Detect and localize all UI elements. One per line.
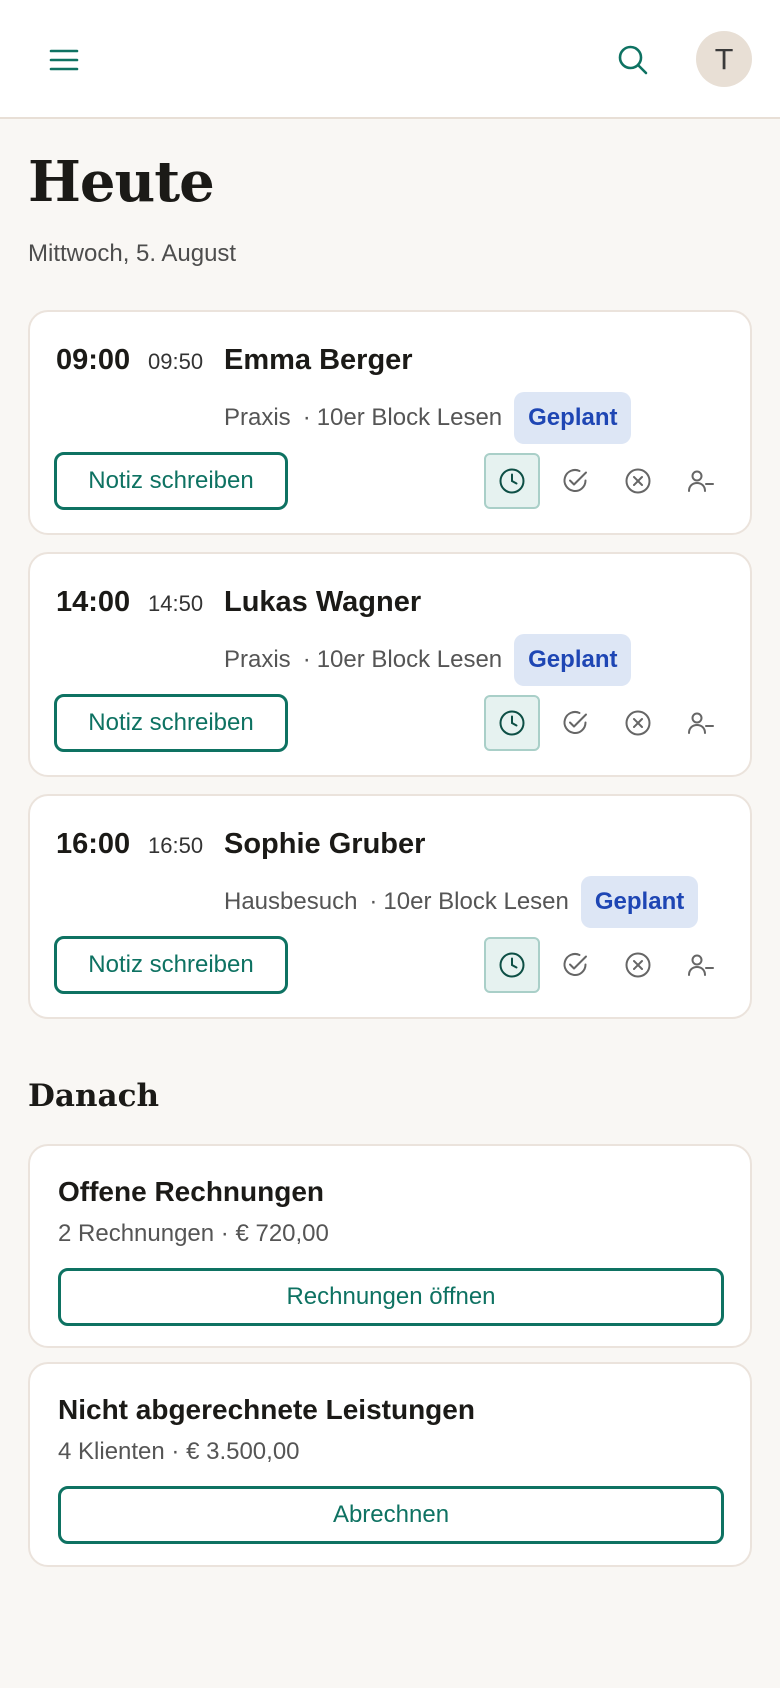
menu-button[interactable] bbox=[44, 40, 84, 80]
cancel-circle-icon bbox=[625, 952, 651, 978]
top-bar: T bbox=[0, 0, 780, 119]
write-note-button[interactable]: Notiz schreiben bbox=[54, 694, 288, 752]
write-note-button[interactable]: Notiz schreiben bbox=[54, 936, 288, 994]
cancel-appointment-button[interactable] bbox=[610, 453, 666, 509]
appointment-location: Hausbesuch bbox=[224, 888, 358, 915]
appointment-start-time: 09:00 bbox=[56, 344, 131, 376]
appointment-start-time: 14:00 bbox=[56, 586, 131, 618]
appointment-service: 10er Block Lesen bbox=[383, 888, 569, 915]
user-remove-icon bbox=[688, 712, 714, 734]
appointment-end-time: 16:50 bbox=[148, 833, 204, 858]
check-circle-icon bbox=[563, 953, 587, 976]
mark-done-button[interactable] bbox=[547, 695, 603, 751]
section-title-later: Danach bbox=[28, 1078, 160, 1114]
clock-icon bbox=[499, 468, 525, 494]
cancel-circle-icon bbox=[625, 710, 651, 736]
page-date: Mittwoch, 5. August bbox=[28, 240, 237, 267]
card-title: Offene Rechnungen bbox=[58, 1176, 325, 1207]
check-circle-icon bbox=[563, 711, 587, 734]
appointment-meta: Hausbesuch · 10er Block Lesen Geplant bbox=[224, 876, 699, 928]
appointment-start-time: 16:00 bbox=[56, 828, 131, 860]
appointment-location: Praxis bbox=[224, 404, 291, 431]
user-remove-icon bbox=[688, 954, 714, 976]
open-invoices-card: Offene Rechnungen 2 Rechnungen · € 720,0… bbox=[28, 1144, 752, 1348]
appointment-location: Praxis bbox=[224, 646, 291, 673]
scheduled-button[interactable] bbox=[484, 695, 540, 751]
user-remove-icon bbox=[688, 470, 714, 492]
page-title: Heute bbox=[28, 149, 215, 215]
card-subtitle: 2 Rechnungen · € 720,00 bbox=[58, 1220, 329, 1247]
clock-icon bbox=[499, 952, 525, 978]
unbilled-services-card: Nicht abgerechnete Leistungen 4 Klienten… bbox=[28, 1362, 752, 1567]
meta-separator: · bbox=[369, 888, 378, 915]
client-name[interactable]: Sophie Gruber bbox=[224, 828, 425, 861]
appointment-card: 16:00 16:50 Sophie Gruber Hausbesuch · 1… bbox=[28, 794, 752, 1019]
appointment-service: 10er Block Lesen bbox=[316, 646, 503, 673]
cancel-appointment-button[interactable] bbox=[610, 695, 666, 751]
scheduled-button[interactable] bbox=[484, 937, 540, 993]
appointment-service: 10er Block Lesen bbox=[316, 404, 503, 431]
cancel-appointment-button[interactable] bbox=[610, 937, 666, 993]
appointment-end-time: 14:50 bbox=[148, 591, 204, 616]
check-circle-icon bbox=[563, 469, 587, 492]
client-name[interactable]: Emma Berger bbox=[224, 344, 413, 377]
cancel-circle-icon bbox=[625, 468, 651, 494]
status-badge: Geplant bbox=[580, 876, 699, 928]
scheduled-button[interactable] bbox=[484, 453, 540, 509]
clock-icon bbox=[499, 710, 525, 736]
status-badge: Geplant bbox=[514, 634, 632, 686]
write-note-button[interactable]: Notiz schreiben bbox=[54, 452, 288, 510]
no-show-button[interactable] bbox=[673, 937, 729, 993]
open-invoices-button[interactable]: Rechnungen öffnen bbox=[58, 1268, 724, 1326]
no-show-button[interactable] bbox=[673, 695, 729, 751]
meta-separator: · bbox=[302, 404, 311, 431]
status-badge: Geplant bbox=[514, 392, 632, 444]
avatar[interactable]: T bbox=[696, 31, 752, 87]
appointment-meta: Praxis · 10er Block Lesen Geplant bbox=[224, 392, 632, 444]
card-title: Nicht abgerechnete Leistungen bbox=[58, 1394, 475, 1425]
mark-done-button[interactable] bbox=[547, 937, 603, 993]
bill-button[interactable]: Abrechnen bbox=[58, 1486, 724, 1544]
meta-separator: · bbox=[302, 646, 311, 673]
menu-icon bbox=[49, 49, 79, 71]
appointment-card: 09:00 09:50 Emma Berger Praxis · 10er Bl… bbox=[28, 310, 752, 535]
mark-done-button[interactable] bbox=[547, 453, 603, 509]
no-show-button[interactable] bbox=[673, 453, 729, 509]
search-icon bbox=[618, 45, 648, 75]
appointment-card: 14:00 14:50 Lukas Wagner Praxis · 10er B… bbox=[28, 552, 752, 777]
search-button[interactable] bbox=[613, 38, 653, 82]
appointment-meta: Praxis · 10er Block Lesen Geplant bbox=[224, 634, 632, 686]
appointment-end-time: 09:50 bbox=[148, 349, 204, 374]
client-name[interactable]: Lukas Wagner bbox=[224, 586, 421, 619]
card-subtitle: 4 Klienten · € 3.500,00 bbox=[58, 1438, 300, 1465]
